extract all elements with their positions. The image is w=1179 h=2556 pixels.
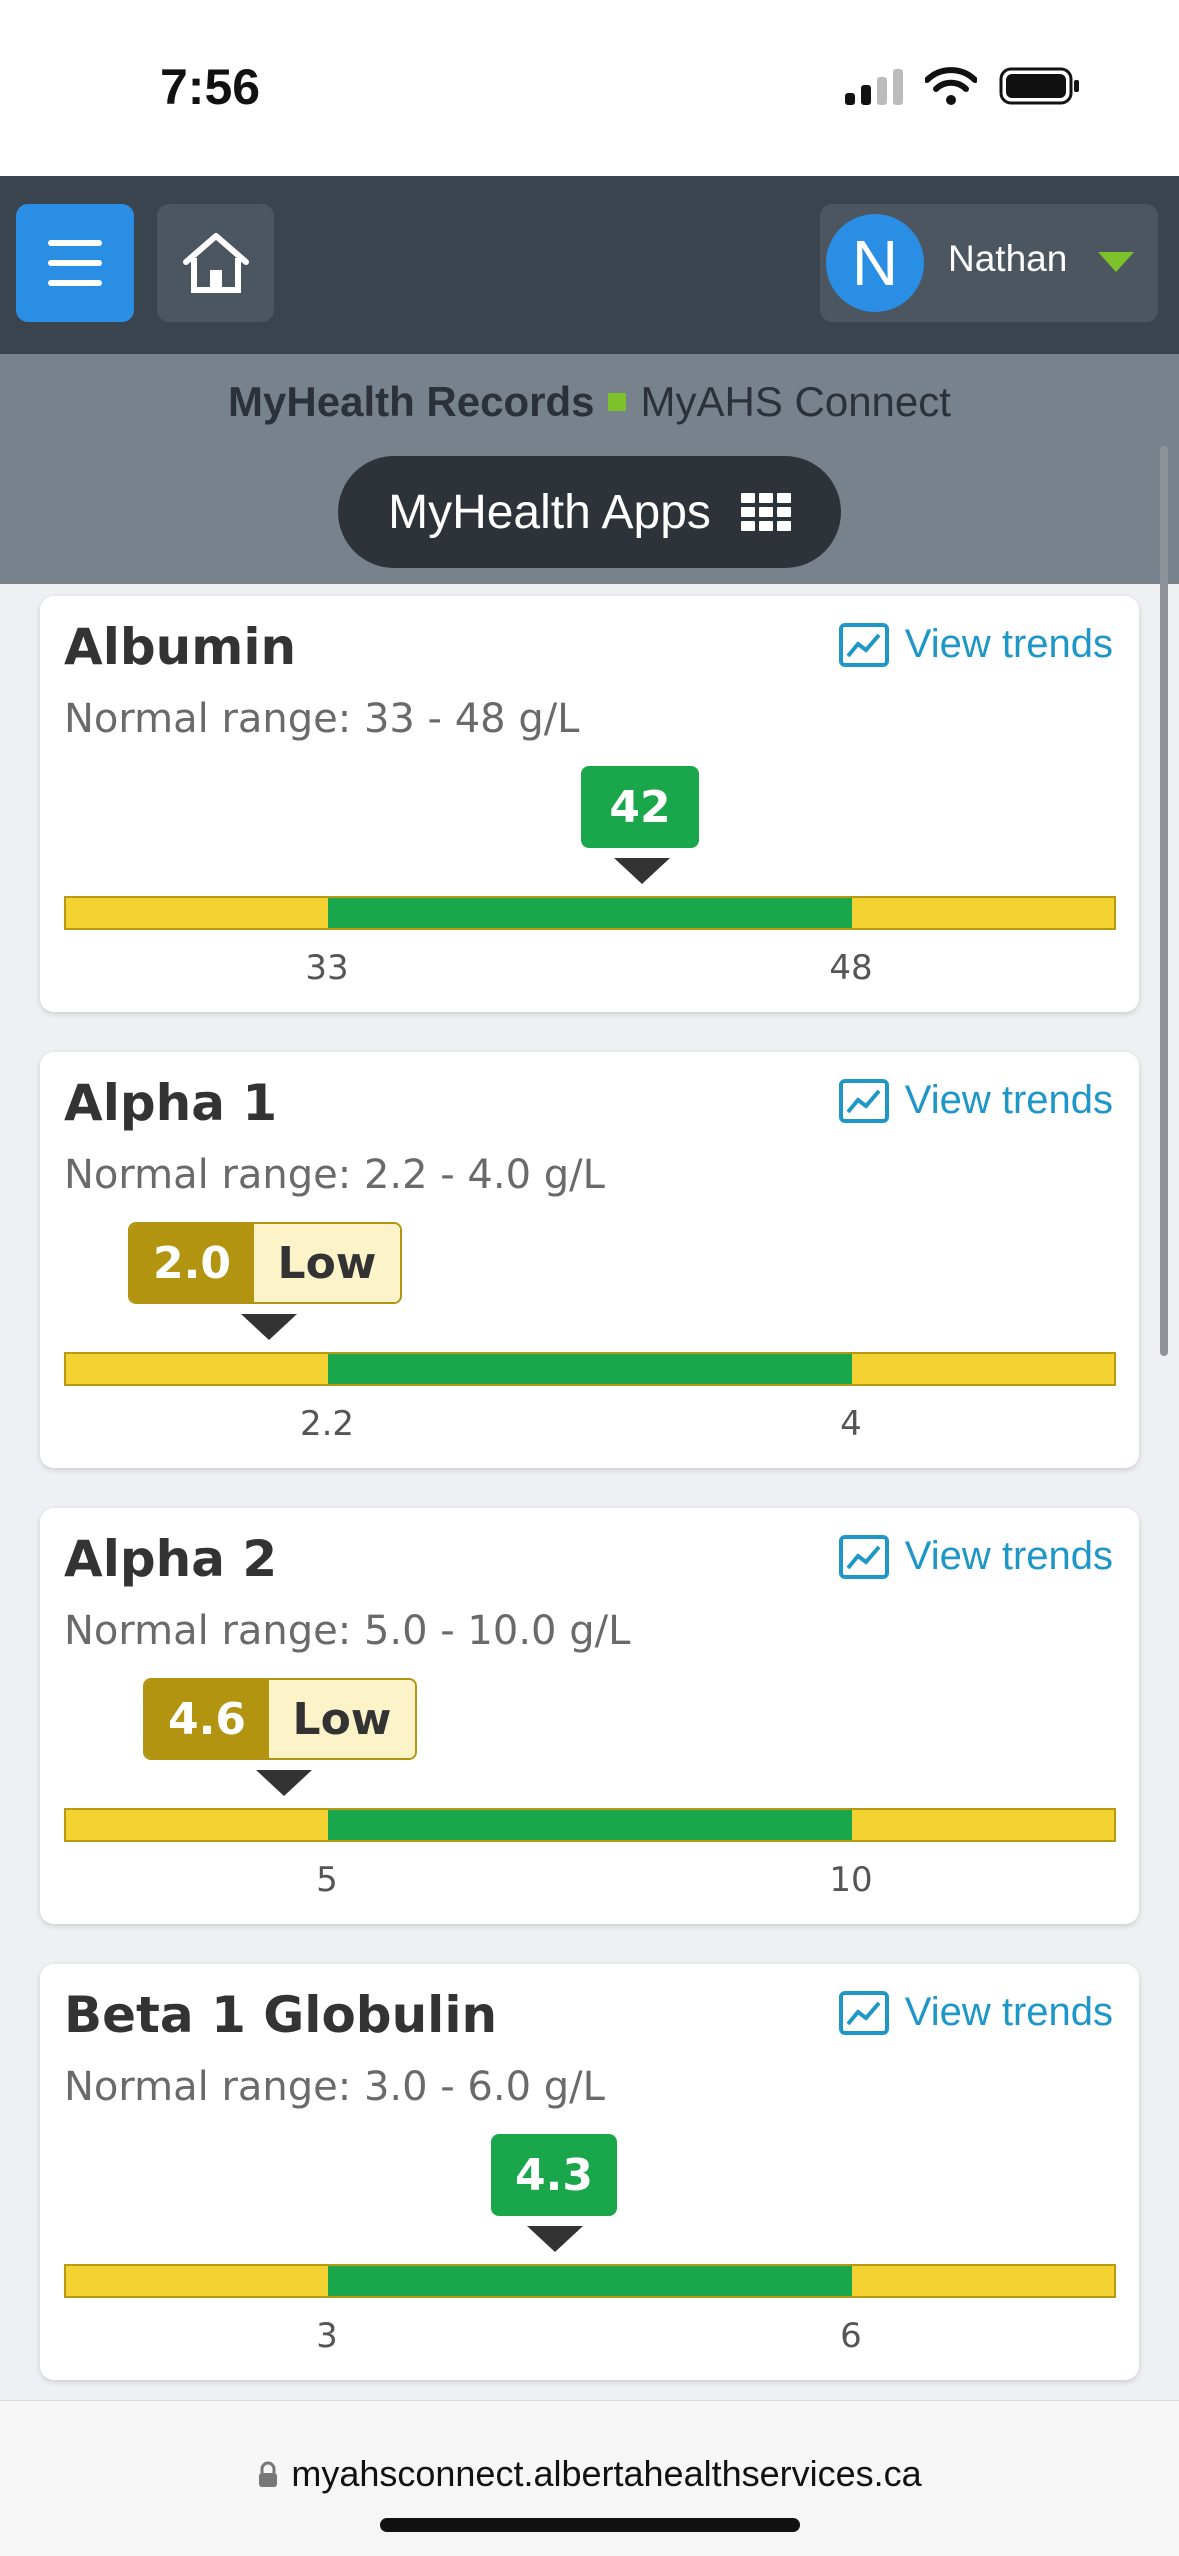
apps-button-label: MyHealth Apps: [388, 485, 711, 539]
range-low-tick: 2.2: [299, 1404, 355, 1444]
menu-button[interactable]: [16, 204, 134, 322]
brand-line: MyHealth Records MyAHS Connect: [0, 378, 1179, 426]
myhealth-apps-button[interactable]: MyHealth Apps: [338, 456, 841, 568]
range-high-tick: 48: [829, 948, 873, 988]
result-card-albumin: Albumin View trends Normal range: 33 - 4…: [40, 596, 1139, 1012]
trend-chart-icon: [838, 1990, 889, 2035]
result-value-badge: 4.3: [491, 2134, 617, 2216]
grid-icon: [740, 493, 791, 531]
value-pointer-icon: [614, 858, 670, 884]
lock-icon: [259, 2461, 278, 2487]
normal-range-segment: [328, 1810, 852, 1840]
normal-range-text: Normal range: 2.2 - 4.0 g/L: [64, 1152, 605, 1198]
avatar: N: [826, 214, 924, 312]
view-trends-link[interactable]: View trends: [838, 1078, 1113, 1123]
sub-header: MyHealth Records MyAHS Connect MyHealth A…: [0, 354, 1179, 584]
view-trends-link[interactable]: View trends: [838, 1990, 1113, 2035]
normal-range-segment: [328, 2266, 852, 2296]
view-trends-label: View trends: [904, 1534, 1113, 1578]
result-value-badge: 2.0 Low: [128, 1222, 402, 1304]
result-value: 2.0: [130, 1224, 254, 1302]
brand-primary: MyHealth Records: [228, 378, 595, 425]
brand-separator-icon: [608, 392, 627, 411]
status-bar: 7:56: [0, 0, 1179, 176]
low-flag-label: Low: [269, 1680, 415, 1758]
range-bar: [64, 2264, 1116, 2298]
result-card-beta-1-globulin: Beta 1 Globulin View trends Normal range…: [40, 1964, 1139, 2380]
result-title: Albumin: [64, 618, 297, 676]
brand-secondary: MyAHS Connect: [640, 378, 951, 425]
value-pointer-icon: [241, 1314, 297, 1340]
status-time: 7:56: [160, 59, 261, 115]
view-trends-label: View trends: [904, 622, 1113, 666]
normal-range-text: Normal range: 33 - 48 g/L: [64, 696, 580, 742]
browser-url-bar[interactable]: myahsconnect.albertahealthservices.ca: [0, 2400, 1179, 2556]
app-header: N Nathan: [0, 176, 1179, 354]
view-trends-link[interactable]: View trends: [838, 622, 1113, 667]
cellular-signal-icon: [845, 67, 903, 105]
user-name: Nathan: [948, 238, 1068, 279]
range-low-tick: 3: [316, 2316, 338, 2356]
range-bar: [64, 896, 1116, 930]
chevron-down-icon: [1098, 252, 1134, 272]
result-title: Alpha 1: [64, 1074, 278, 1132]
normal-range-segment: [328, 898, 852, 928]
range-high-tick: 10: [829, 1860, 873, 1900]
result-value-badge: 4.6 Low: [143, 1678, 417, 1760]
home-icon: [182, 233, 249, 293]
range-bar: [64, 1808, 1116, 1842]
user-menu-button[interactable]: N Nathan: [820, 204, 1158, 322]
value-pointer-icon: [527, 2226, 583, 2252]
url-display[interactable]: myahsconnect.albertahealthservices.ca: [0, 2453, 1179, 2495]
range-bar: [64, 1352, 1116, 1386]
status-icons: [845, 66, 1081, 106]
home-indicator[interactable]: [380, 2518, 800, 2532]
range-high-tick: 4: [840, 1404, 862, 1444]
normal-range-segment: [328, 1354, 852, 1384]
result-card-alpha-1: Alpha 1 View trends Normal range: 2.2 - …: [40, 1052, 1139, 1468]
result-value: 4.6: [145, 1680, 269, 1758]
value-pointer-icon: [256, 1770, 312, 1796]
trend-chart-icon: [838, 1534, 889, 1579]
battery-icon: [999, 67, 1079, 105]
view-trends-label: View trends: [904, 1078, 1113, 1122]
result-title: Alpha 2: [64, 1530, 278, 1588]
result-title: Beta 1 Globulin: [64, 1986, 498, 2044]
home-button[interactable]: [157, 204, 274, 322]
wifi-icon: [925, 67, 977, 105]
view-trends-link[interactable]: View trends: [838, 1534, 1113, 1579]
url-text: myahsconnect.albertahealthservices.ca: [291, 2453, 922, 2494]
result-card-alpha-2: Alpha 2 View trends Normal range: 5.0 - …: [40, 1508, 1139, 1924]
scrollbar[interactable]: [1160, 446, 1168, 1356]
trend-chart-icon: [838, 622, 889, 667]
low-flag-label: Low: [254, 1224, 400, 1302]
trend-chart-icon: [838, 1078, 889, 1123]
range-high-tick: 6: [840, 2316, 862, 2356]
range-low-tick: 5: [316, 1860, 338, 1900]
normal-range-text: Normal range: 3.0 - 6.0 g/L: [64, 2064, 605, 2110]
view-trends-label: View trends: [904, 1990, 1113, 2034]
result-value-badge: 42: [581, 766, 699, 848]
range-low-tick: 33: [305, 948, 349, 988]
normal-range-text: Normal range: 5.0 - 10.0 g/L: [64, 1608, 631, 1654]
